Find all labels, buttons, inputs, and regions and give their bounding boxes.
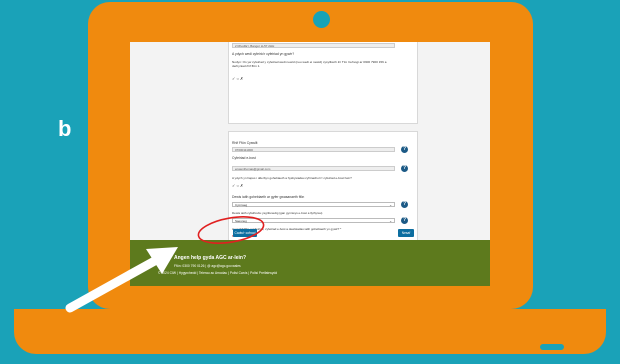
pointer-arrow-shaft <box>65 253 165 313</box>
highlight-circle <box>197 216 265 244</box>
annotation-overlay <box>65 216 265 313</box>
